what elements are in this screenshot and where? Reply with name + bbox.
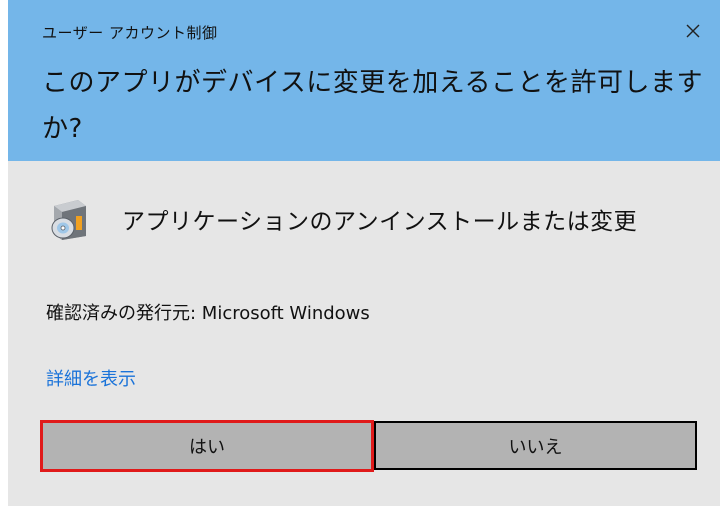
verified-publisher: 確認済みの発行元: Microsoft Windows <box>46 303 370 324</box>
yes-button-label: はい <box>45 425 369 467</box>
show-details-link[interactable]: 詳細を表示 <box>46 365 136 391</box>
close-icon <box>686 24 700 38</box>
permission-question: このアプリがデバイスに変更を加えることを許可しますか? <box>42 68 703 144</box>
app-name: アプリケーションのアンインストールまたは変更 <box>122 209 638 235</box>
uac-dialog: ユーザー アカウント制御 このアプリがデバイスに変更を加えることを許可しますか?… <box>8 0 720 506</box>
window-title: ユーザー アカウント制御 <box>42 24 218 42</box>
app-info-row: アプリケーションのアンインストールまたは変更 <box>46 194 637 244</box>
no-button[interactable]: いいえ <box>374 421 697 470</box>
dialog-header: ユーザー アカウント制御 このアプリがデバイスに変更を加えることを許可しますか? <box>8 0 720 161</box>
close-button[interactable] <box>678 16 708 46</box>
installer-disc-icon <box>51 200 86 240</box>
yes-button[interactable]: はい <box>40 420 374 472</box>
